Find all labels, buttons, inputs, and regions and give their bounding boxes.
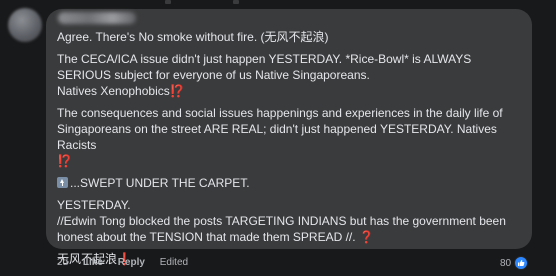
- comment-paragraph: Agree. There's No smoke without fire. (无…: [57, 29, 527, 45]
- avatar[interactable]: [8, 8, 42, 42]
- top-edge-strip: [0, 0, 556, 8]
- comment-text: The CECA/ICA issue didn't just happen YE…: [57, 52, 472, 82]
- comment-text: ...SWEPT UNDER THE CARPET.: [70, 176, 250, 190]
- like-reaction-icon[interactable]: [514, 256, 529, 270]
- comment-text: Agree. There's No smoke without fire. (无…: [57, 30, 329, 44]
- comment-text: The consequences and social issues happe…: [57, 106, 503, 152]
- edited-label[interactable]: Edited: [160, 257, 188, 268]
- up-arrow-icon: [57, 177, 68, 188]
- comment-text: YESTERDAY.: [57, 198, 131, 212]
- comment-paragraph: YESTERDAY.: [57, 197, 527, 213]
- comment-actions: 2d Like Reply Edited: [57, 257, 200, 268]
- reaction-summary[interactable]: 80: [500, 256, 529, 270]
- comment-paragraph: The consequences and social issues happe…: [57, 105, 527, 169]
- comment-paragraph: //Edwin Tong blocked the posts TARGETING…: [57, 213, 527, 245]
- reply-button[interactable]: Reply: [118, 257, 145, 268]
- comment-body: Agree. There's No smoke without fire. (无…: [57, 29, 527, 273]
- comment-paragraph: The CECA/ICA issue didn't just happen YE…: [57, 51, 527, 83]
- reaction-count[interactable]: 80: [500, 258, 511, 269]
- like-button[interactable]: Like: [83, 257, 103, 268]
- timestamp-link[interactable]: 2d: [57, 257, 68, 268]
- interrobang-emoji-icon: ⁉️: [169, 84, 185, 98]
- top-edge-mark: [165, 0, 171, 4]
- comment-paragraph: Natives Xenophobics⁉️: [57, 83, 527, 99]
- commenter-name-redacted[interactable]: [58, 12, 136, 24]
- comment-text: //Edwin Tong blocked the posts TARGETING…: [57, 214, 506, 244]
- question-mark-emoji-icon: ❓: [358, 230, 374, 244]
- top-edge-mark: [233, 0, 239, 4]
- comment-text: Natives Xenophobics: [57, 84, 170, 98]
- thumbs-up-icon: [518, 260, 525, 266]
- comment-paragraph: ...SWEPT UNDER THE CARPET.: [57, 175, 527, 191]
- interrobang-emoji-icon: ⁉️: [57, 154, 72, 168]
